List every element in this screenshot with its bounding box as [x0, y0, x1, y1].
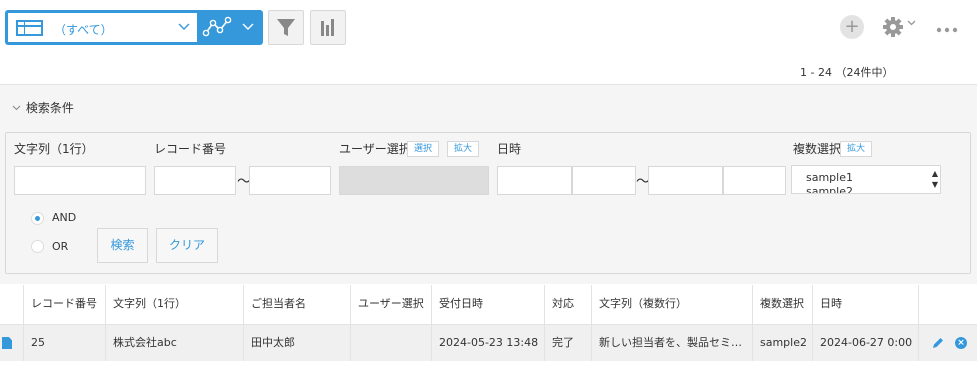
table-cell: 新しい担当者を、製品セミナ…: [591, 325, 752, 361]
column-header[interactable]: 文字列（1行）: [105, 285, 243, 325]
filter-button[interactable]: [268, 10, 304, 45]
search-button[interactable]: 検索: [97, 228, 148, 263]
records-table: レコード番号 文字列（1行） ご担当者名 ユーザー選択 受付日時 対応 文字列（…: [0, 285, 977, 370]
datetime-to-date-input[interactable]: [648, 166, 723, 195]
column-header[interactable]: ユーザー選択: [350, 285, 431, 325]
column-header[interactable]: 文字列（複数行）: [591, 285, 752, 325]
chevron-down-icon: [178, 19, 190, 36]
scroll-arrows-icon[interactable]: ▲ ▼: [932, 168, 938, 190]
clear-button[interactable]: クリア: [156, 228, 218, 263]
record-no-to-input[interactable]: [249, 166, 331, 195]
column-header[interactable]: レコード番号: [23, 285, 105, 325]
label-record-no: レコード番号: [154, 142, 227, 156]
user-select-button[interactable]: 選択: [407, 141, 440, 157]
datetime-from-date-input[interactable]: [497, 166, 572, 195]
search-toggle[interactable]: 検索条件: [12, 99, 74, 116]
table-icon: [16, 20, 43, 36]
column-header[interactable]: ご担当者名: [243, 285, 350, 325]
multi-option[interactable]: sample1: [806, 171, 853, 184]
column-header[interactable]: 受付日時: [431, 285, 544, 325]
table-cell: 株式会社abc: [105, 325, 243, 361]
or-radio[interactable]: [31, 240, 44, 253]
column-header[interactable]: 対応: [544, 285, 591, 325]
view-dropdown[interactable]: （すべて）: [8, 13, 197, 42]
graph-icon[interactable]: [201, 13, 235, 42]
chevron-down-icon: [12, 105, 24, 115]
toolbar: （すべて） + 1 - 24 （24件中）: [0, 0, 977, 84]
filter-icon: [277, 19, 295, 36]
table-cell: 25: [23, 325, 105, 361]
datetime-from-time-input[interactable]: [572, 166, 636, 195]
label-user-select: ユーザー選択: [339, 142, 411, 156]
text-single-input[interactable]: [14, 166, 146, 195]
record-no-from-input[interactable]: [154, 166, 236, 195]
or-label: OR: [52, 240, 69, 253]
chevron-down-icon[interactable]: [242, 19, 254, 36]
search-title: 検索条件: [25, 101, 74, 115]
label-multi-select: 複数選択: [793, 142, 842, 156]
delete-icon[interactable]: ×: [955, 337, 967, 349]
document-icon[interactable]: [2, 337, 12, 349]
label-text-single: 文字列（1行）: [14, 142, 94, 156]
column-header[interactable]: 日時: [812, 285, 918, 325]
table-cell: 2024-06-27 0:00: [812, 325, 918, 361]
multi-expand-button[interactable]: 拡大: [840, 141, 873, 157]
view-selector[interactable]: （すべて）: [5, 10, 263, 45]
bar-chart-icon: [321, 19, 334, 36]
view-label: （すべて）: [54, 23, 113, 37]
and-label: AND: [52, 211, 77, 224]
table-row[interactable]: 25 株式会社abc 田中太郎 2024-05-23 13:48 完了 新しい担…: [0, 325, 977, 361]
user-select-field[interactable]: [339, 166, 489, 195]
column-header[interactable]: 複数選択: [752, 285, 812, 325]
row-actions: [918, 325, 977, 361]
and-radio[interactable]: [31, 212, 44, 225]
pager-count: 1 - 24 （24件中）: [800, 66, 894, 79]
more-icon[interactable]: [936, 15, 958, 39]
chevron-down-icon[interactable]: [907, 18, 916, 30]
chart-button[interactable]: [310, 10, 346, 45]
table-header: レコード番号 文字列（1行） ご担当者名 ユーザー選択 受付日時 対応 文字列（…: [0, 285, 977, 325]
multi-option[interactable]: sample2: [806, 185, 853, 193]
column-header: [918, 285, 977, 325]
label-datetime: 日時: [497, 142, 522, 156]
multi-select-list[interactable]: sample1 sample2 ▲ ▼: [791, 165, 941, 194]
table-cell: 完了: [544, 325, 591, 361]
edit-icon[interactable]: [931, 336, 945, 350]
user-expand-button[interactable]: 拡大: [447, 141, 480, 157]
plus-icon[interactable]: +: [840, 15, 864, 39]
table-cell: 2024-05-23 13:48: [431, 325, 544, 361]
search-panel: 検索条件 文字列（1行） レコード番号 ユーザー選択 選択 拡大 日時 複数選択…: [0, 84, 977, 284]
table-cell: sample2: [752, 325, 812, 361]
datetime-to-time-input[interactable]: [723, 166, 786, 195]
search-conditions: 文字列（1行） レコード番号 ユーザー選択 選択 拡大 日時 複数選択 拡大 〜…: [5, 132, 971, 274]
gear-icon[interactable]: [882, 16, 904, 38]
table-cell: 田中太郎: [243, 325, 350, 361]
table-cell: [350, 325, 431, 361]
